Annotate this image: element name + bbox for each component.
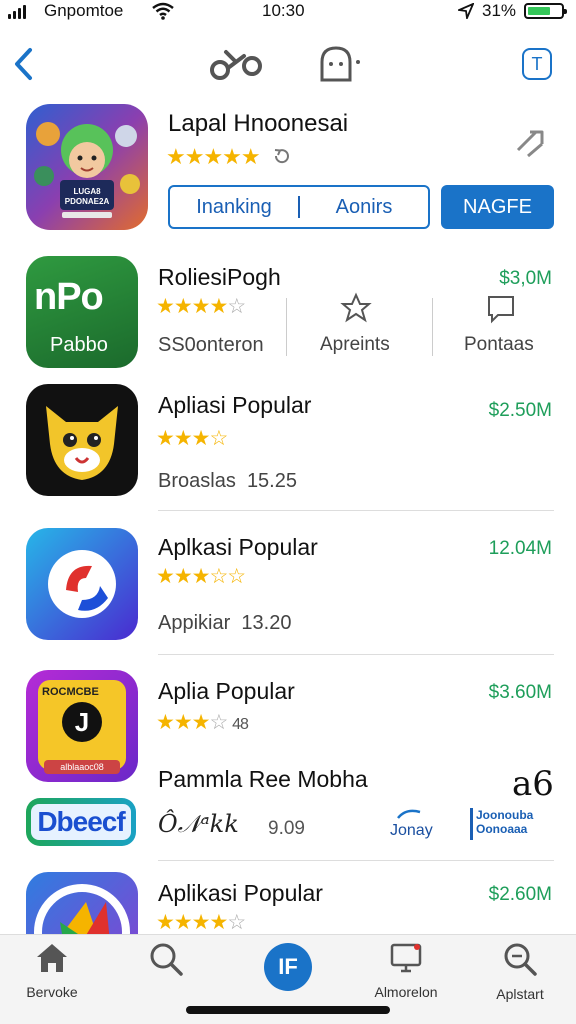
ghost-icon[interactable] [316,44,366,89]
promo-row[interactable]: Pammla Ree Mobha a6 Dbeecf Ô𝒩ᵃkk 9.09 Jo… [0,760,576,861]
tab-display-label: Almorelon [374,984,438,1000]
app-icon[interactable] [26,872,138,934]
app-title: Aplkasi Popular [158,534,318,560]
app-rating: ★★★★☆ [156,295,246,318]
promo-title: Pammla Ree Mobha [158,766,368,792]
divider [158,860,554,861]
app-price: $2.60M [488,884,552,905]
segment-ranking[interactable]: Inanking [170,196,298,219]
app-icon[interactable] [26,384,138,496]
clock: 10:30 [262,1,305,20]
icon-text: ROCMCBE [42,686,99,698]
app-subtitle: SS0onteron [158,334,264,356]
icon-text: nPo [34,276,104,318]
app-rating: ★★★☆ 48 [156,711,249,734]
battery-percent: 31% [482,1,517,20]
segmented-control: Inanking Aonirs [168,185,430,229]
home-indicator[interactable] [186,1006,390,1014]
segment-aonirs[interactable]: Aonirs [300,196,428,219]
display-icon [390,943,422,973]
icon-subtext: Pabbo [50,334,108,356]
list-item[interactable]: nPo Pabbo RoliesiPogh $3,0M ★★★★☆ SS0ont… [0,254,576,378]
app-price: $2.50M [488,400,552,421]
app-title: Aplia Popular [158,678,295,704]
divider [286,298,287,356]
app-price: $3.60M [488,682,552,703]
app-title: RoliesiPogh [158,264,281,290]
search-icon [150,943,183,976]
get-button[interactable]: NAGFE [441,185,554,229]
chevron-left-icon[interactable] [10,44,36,89]
divider [158,654,554,655]
app-price: $3,0M [499,268,552,289]
promo-value: 9.09 [268,818,305,839]
list-item[interactable]: Aplkasi Popular 12.04M ★★★☆☆ Appikiar 13… [0,524,576,655]
promo-link[interactable]: Jonay [390,822,433,840]
message-icon[interactable] [486,294,516,329]
app-price: 12.04M [488,538,552,559]
tab-search[interactable] [116,941,216,980]
forward-icon[interactable] [514,126,554,167]
status-bar: Gnpomtoe 10:30 31% [0,0,576,24]
column-label: Pontaas [464,334,534,355]
svg-text:LUGA8: LUGA8 [73,187,101,196]
search-apps-icon [504,943,537,976]
app-title: Aplikasi Popular [158,880,323,906]
icon-letter: J [62,702,102,742]
location-icon [455,2,475,24]
app-rating: ★★★☆ [156,427,228,450]
app-rating: ★★★★☆ [156,911,246,934]
promo-logo: Joonouba Oonoaaa [470,808,554,840]
wifi-icon [152,2,174,25]
top-nav: T [0,40,576,90]
list-item[interactable]: Apliasi Popular $2.50M ★★★☆ Broaslas 15.… [0,380,576,511]
app-rating: ★★★☆☆ [156,565,246,588]
app-subtitle: Broaslas 15.25 [158,470,297,492]
app-icon[interactable] [26,528,138,640]
featured-app-rating: ★★★★★ [166,144,261,169]
featured-app-icon[interactable]: LUGA8 PDONAE2A [26,104,148,230]
app-subtitle: Appikiar 13.20 [158,612,292,634]
tab-home-label: Bervoke [26,984,78,1000]
promo-corner-mark: a6 [512,764,554,804]
promo-badge[interactable]: Dbeecf [26,798,136,846]
carrier-name: Gnpomtoe [44,1,124,20]
featured-icon-caption: PDONAE2A [65,197,110,206]
replay-icon[interactable] [272,146,292,171]
signal-icon [8,5,26,19]
tab-display[interactable]: Almorelon [356,941,456,1000]
share-icon[interactable] [206,42,266,91]
tab-center-app[interactable]: IF [264,943,312,991]
app-title: Apliasi Popular [158,392,312,418]
home-icon [37,944,67,972]
list-item[interactable]: Aplikasi Popular $2.60M ★★★★☆ [0,872,576,934]
column-label: Apreints [320,334,390,355]
tab-home[interactable]: Bervoke [2,941,102,1000]
featured-app-title: Lapal Hnoonesai [168,110,349,137]
app-icon[interactable]: nPo Pabbo [26,256,138,368]
divider [158,510,554,511]
tab-apps-label: Aplstart [496,986,544,1002]
divider [432,298,433,356]
battery-icon [524,3,567,19]
featured-app-header: LUGA8 PDONAE2A Lapal Hnoonesai ★★★★★ Ina… [0,96,576,244]
tab-apps[interactable]: Aplstart [470,941,570,1002]
star-outline-icon[interactable] [340,292,372,329]
t-button[interactable]: T [522,48,552,80]
promo-signature: Ô𝒩ᵃkk [158,810,239,838]
